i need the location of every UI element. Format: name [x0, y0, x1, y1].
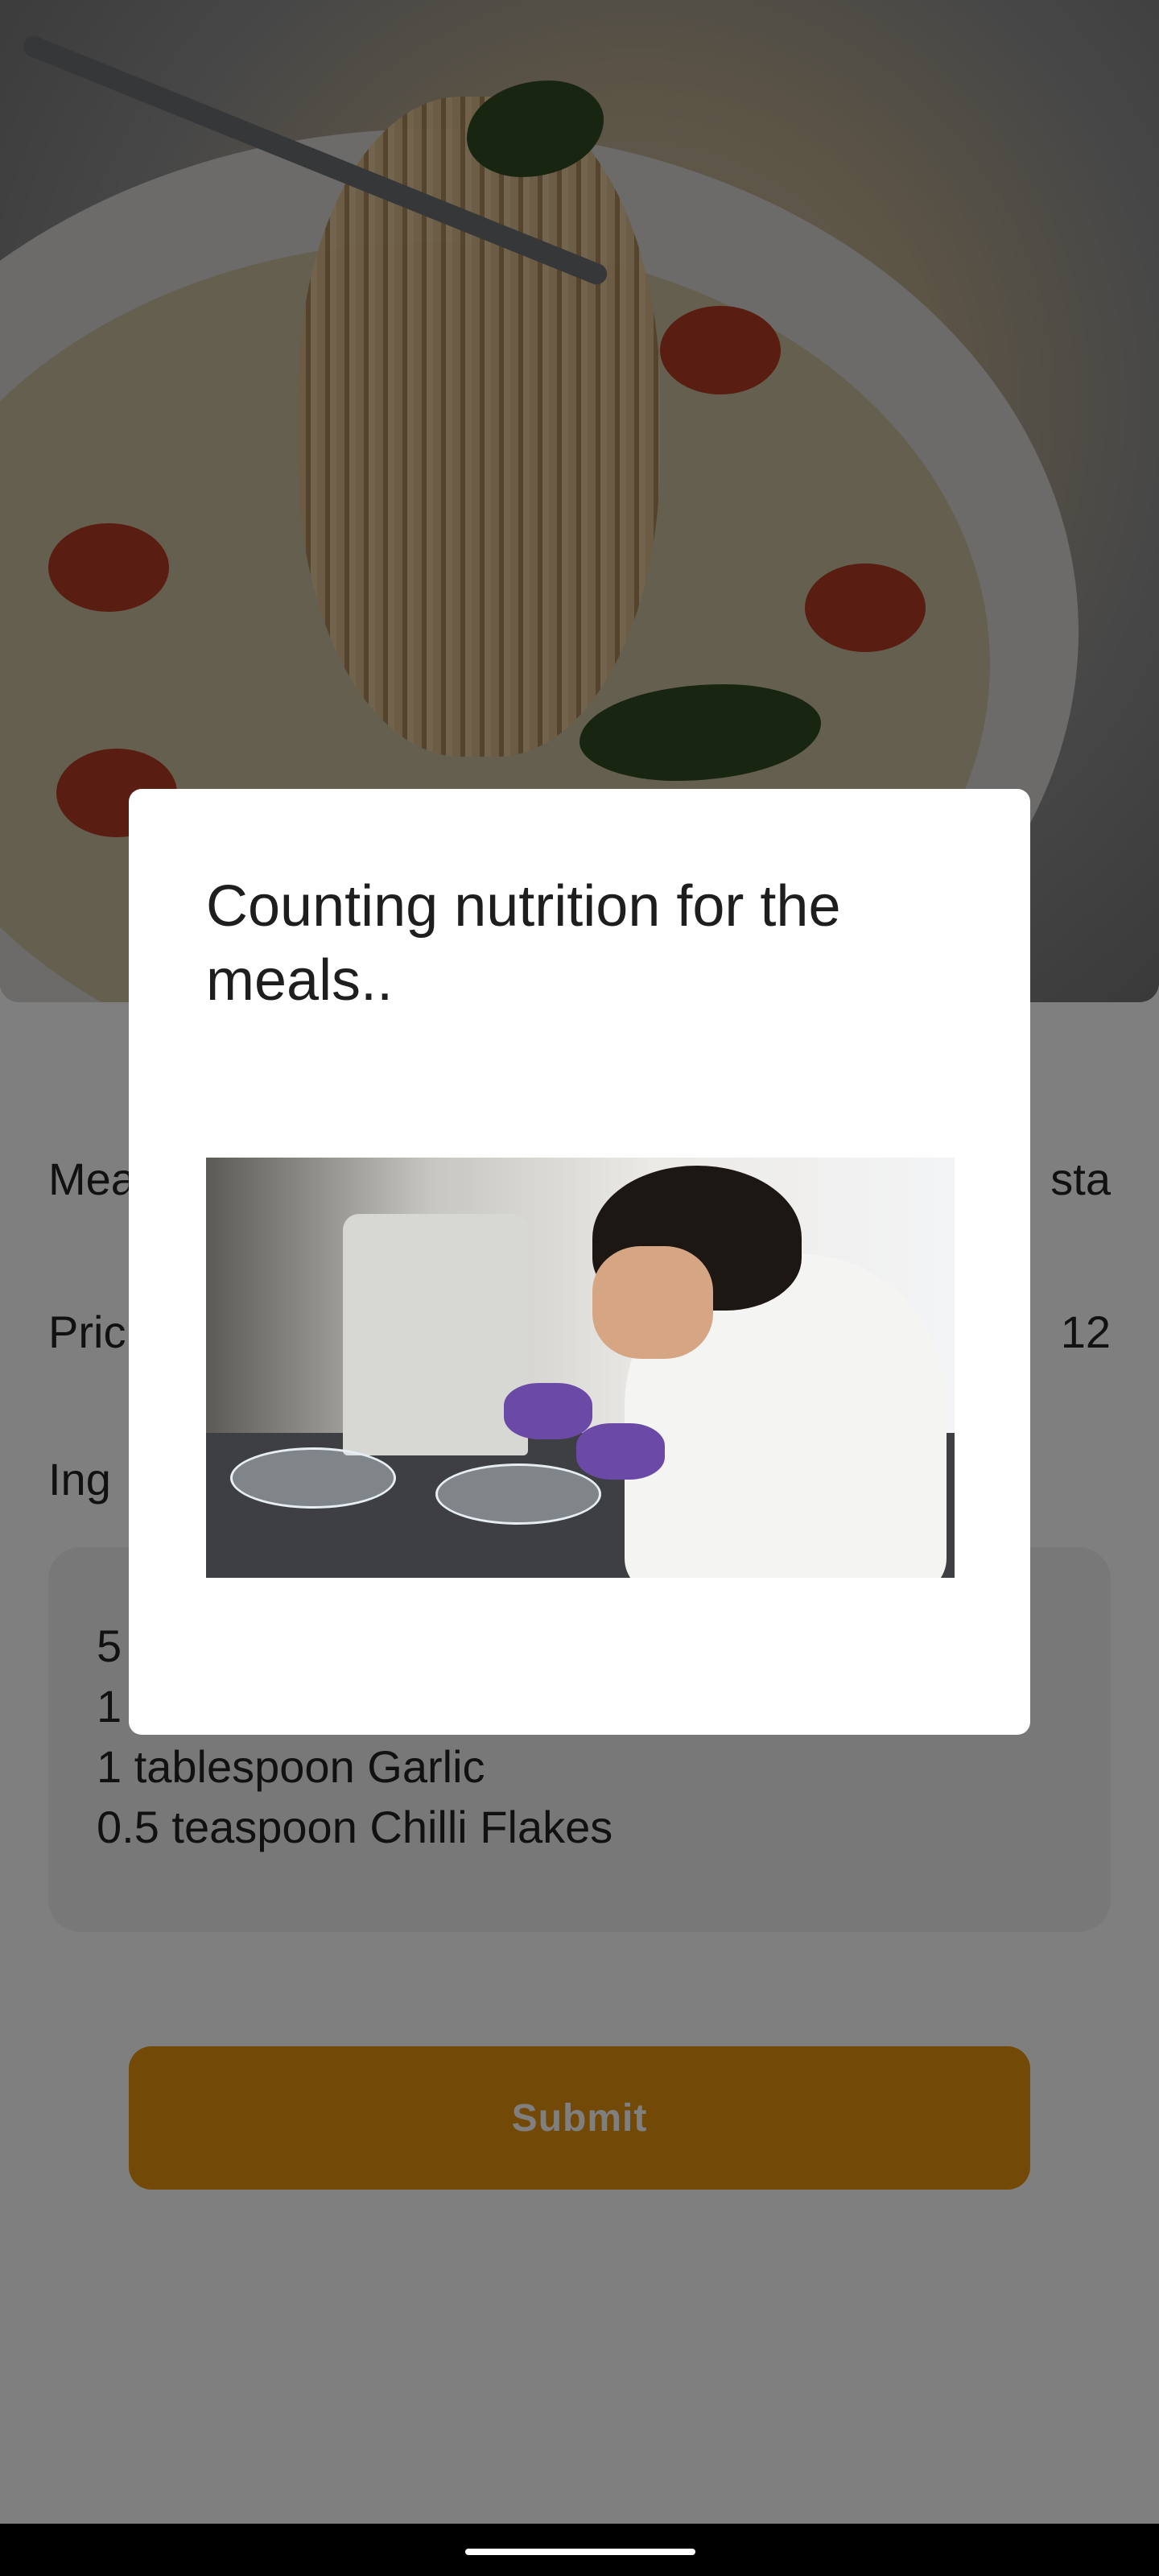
- microscope-shape: [343, 1214, 528, 1455]
- lab-scientist-image: [206, 1158, 955, 1578]
- face-shape: [592, 1246, 713, 1359]
- loading-dialog: Counting nutrition for the meals..: [129, 789, 1030, 1735]
- dialog-title: Counting nutrition for the meals..: [206, 874, 841, 1013]
- home-gesture-handle[interactable]: [465, 2549, 695, 2555]
- petri-dish-shape: [230, 1447, 396, 1509]
- glove-shape: [576, 1423, 665, 1480]
- petri-dish-shape: [435, 1463, 601, 1525]
- glove-shape: [504, 1383, 592, 1439]
